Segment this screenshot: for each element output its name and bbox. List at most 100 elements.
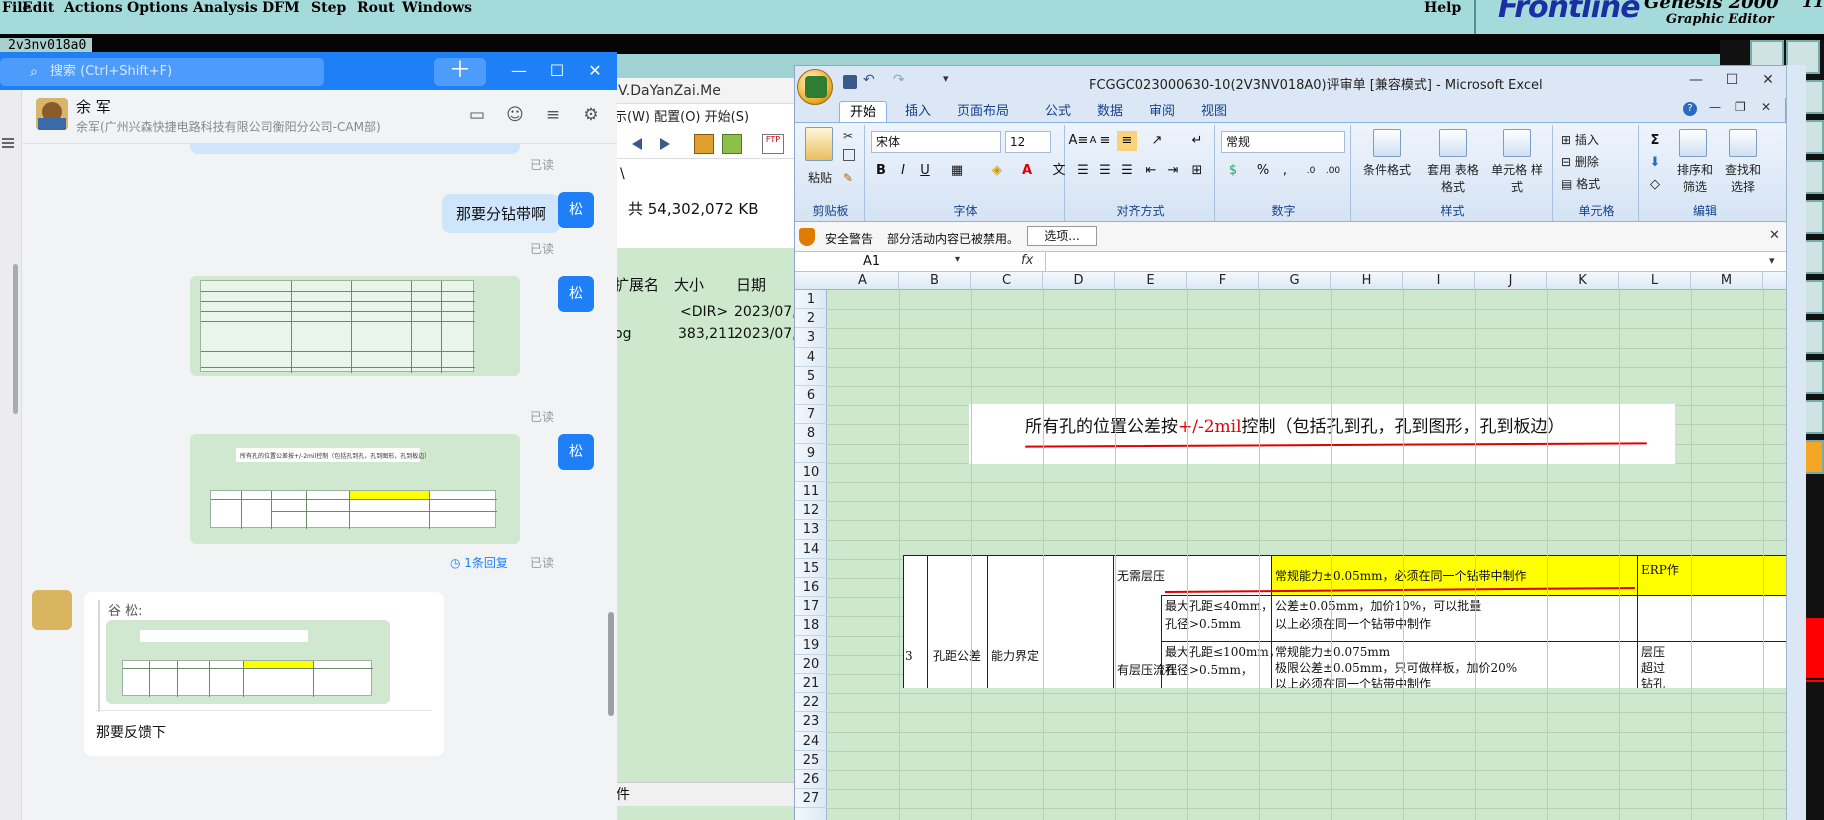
package-green-icon[interactable] [722, 134, 742, 154]
cell-style-button[interactable]: 单元格 样式 [1487, 161, 1547, 195]
search-input[interactable]: ⌕ 搜索 (Ctrl+Shift+F) [0, 58, 324, 86]
message-bubble[interactable]: 那要分钻带啊 [442, 194, 561, 233]
back-arrow-icon[interactable] [628, 136, 646, 152]
border-icon[interactable]: ▦ [947, 161, 967, 181]
sort-filter-button[interactable]: 排序和 筛选 [1671, 161, 1719, 195]
column-header[interactable]: G [1259, 272, 1331, 290]
cell-style-icon[interactable] [1503, 129, 1531, 157]
genesis-menu-rout[interactable]: Rout [357, 0, 395, 18]
column-header[interactable]: A [827, 272, 899, 290]
col-header-size[interactable]: 大小 [674, 274, 704, 295]
orientation-icon[interactable]: ↗ [1147, 131, 1167, 151]
file-row-size[interactable]: 383,211 [678, 326, 736, 342]
tab-data[interactable]: 数据 [1087, 101, 1133, 122]
percent-icon[interactable]: % [1253, 161, 1273, 181]
add-user-icon[interactable]: ☺ [504, 104, 526, 126]
tab-home[interactable]: 开始 [839, 101, 888, 122]
row-header[interactable]: 24 [795, 732, 827, 751]
row-header[interactable]: 2 [795, 309, 827, 329]
menu-icon[interactable] [2, 138, 14, 140]
ribbon-minimize-icon[interactable]: — [1709, 100, 1721, 114]
row-header[interactable]: 21 [795, 674, 827, 694]
formula-input[interactable] [1045, 252, 1765, 272]
file-row-size[interactable]: <DIR> [680, 304, 728, 320]
row-header[interactable]: 23 [795, 712, 827, 732]
workbook-close-icon[interactable]: ✕ [1761, 100, 1771, 114]
row-header[interactable]: 4 [795, 348, 827, 367]
col-header-ext[interactable]: 扩展名 [614, 274, 659, 295]
genesis-tool-icon[interactable] [1804, 280, 1824, 314]
wrap-text-icon[interactable]: ↵ [1187, 131, 1207, 151]
genesis-tool-icon[interactable] [1804, 320, 1824, 354]
search-history-icon[interactable]: ≡ [542, 104, 564, 126]
genesis-tool-icon[interactable] [1804, 120, 1824, 154]
file-row-date[interactable]: 2023/07, [734, 304, 797, 320]
col-header-date[interactable]: 日期 [736, 274, 766, 295]
format-painter-icon[interactable]: ✎ [843, 171, 853, 185]
worksheet-grid[interactable]: ABCDEFGHIJKLM 1 2 3 4 5 6 7 8 9 10 11 12 13 14 15 16 17 1… [795, 272, 1787, 820]
genesis-tool-icon[interactable] [1804, 200, 1824, 234]
conditional-format-button[interactable]: 条件格式 [1353, 161, 1421, 178]
decrease-decimal-icon[interactable]: .00 [1323, 161, 1343, 181]
name-box-dropdown-icon[interactable]: ▾ [955, 254, 960, 265]
name-box[interactable]: A1 [795, 252, 965, 272]
bold-button[interactable]: B [871, 161, 891, 181]
row-header[interactable]: 22 [795, 693, 827, 713]
column-header[interactable]: L [1619, 272, 1691, 290]
row-header[interactable]: 13 [795, 520, 827, 540]
column-header[interactable]: K [1547, 272, 1619, 290]
genesis-menu-actions[interactable]: Actions [64, 0, 123, 18]
row-header[interactable]: 10 [795, 463, 827, 482]
autosum-icon[interactable]: Σ [1645, 131, 1665, 151]
currency-icon[interactable]: $ [1223, 161, 1243, 181]
format-cells-button[interactable]: ▤ 格式 [1561, 175, 1600, 192]
row-header[interactable]: 8 [795, 424, 827, 444]
row-header[interactable]: 6 [795, 386, 827, 406]
increase-decimal-icon[interactable]: .0 [1301, 161, 1321, 181]
align-right-icon[interactable]: ☰ [1117, 161, 1137, 181]
genesis-menu-edit[interactable]: Edit [22, 0, 54, 18]
close-icon[interactable]: ✕ [1769, 228, 1780, 243]
row-header[interactable]: 16 [795, 578, 827, 598]
sort-filter-icon[interactable] [1679, 129, 1707, 157]
row-header[interactable]: 12 [795, 501, 827, 521]
genesis-menu-step[interactable]: Step [311, 0, 346, 18]
align-center-icon[interactable]: ☰ [1095, 161, 1115, 181]
row-header[interactable]: 5 [795, 367, 827, 386]
align-middle-icon[interactable]: ≡ [1095, 131, 1115, 151]
underline-button[interactable]: U [915, 161, 935, 181]
maximize-icon[interactable]: ☐ [545, 60, 569, 82]
row-header[interactable]: 25 [795, 751, 827, 770]
fx-button[interactable]: fx [1021, 253, 1033, 268]
genesis-menu-help[interactable]: Help [1424, 0, 1461, 18]
number-format-select[interactable]: 常规 [1221, 131, 1345, 153]
column-header[interactable]: J [1475, 272, 1547, 290]
column-header[interactable]: C [971, 272, 1043, 290]
avatar[interactable]: 松 [558, 192, 594, 228]
reply-count-link[interactable]: ◷ 1条回复 [450, 554, 508, 571]
image-message[interactable] [190, 276, 520, 376]
pasted-table-image[interactable]: 3 孔距公差 能力界定 无需层压 常规能力±0.05mm，必须在同一个钻带中制作… [903, 555, 1787, 688]
table-format-icon[interactable] [1439, 129, 1467, 157]
find-select-icon[interactable] [1729, 129, 1757, 157]
genesis-menu-windows[interactable]: Windows [402, 0, 472, 18]
align-bottom-icon[interactable]: ≡ [1117, 131, 1137, 151]
decrease-indent-icon[interactable]: ⇤ [1141, 161, 1161, 181]
cut-icon[interactable]: ✂ [843, 129, 853, 143]
avatar[interactable]: 松 [558, 276, 594, 312]
copy-icon[interactable] [843, 149, 855, 161]
genesis-tool-icon[interactable] [1804, 360, 1824, 394]
row-header[interactable]: 3 [795, 328, 827, 348]
ftp-icon[interactable]: FTP [762, 134, 784, 154]
image-message[interactable]: 所有孔的位置公差按+/-2mil控制（包括孔到孔，孔到图形，孔到板边） [190, 434, 520, 544]
row-header[interactable]: 7 [795, 405, 827, 425]
quoted-image[interactable] [106, 620, 390, 704]
help-icon[interactable]: ? [1683, 102, 1697, 116]
delete-cells-button[interactable]: ⊟ 删除 [1561, 153, 1599, 170]
genesis-tool-icon[interactable] [1804, 80, 1824, 114]
pasted-text-image[interactable]: 所有孔的位置公差按+/-2mil控制（包括孔到孔，孔到图形，孔到板边） [969, 404, 1675, 464]
clear-icon[interactable]: ◇ [1645, 175, 1665, 195]
save-icon[interactable] [843, 75, 857, 89]
column-header[interactable]: F [1187, 272, 1259, 290]
explorer-menubar[interactable]: 示(W) 配置(O) 开始(S) [614, 106, 749, 130]
